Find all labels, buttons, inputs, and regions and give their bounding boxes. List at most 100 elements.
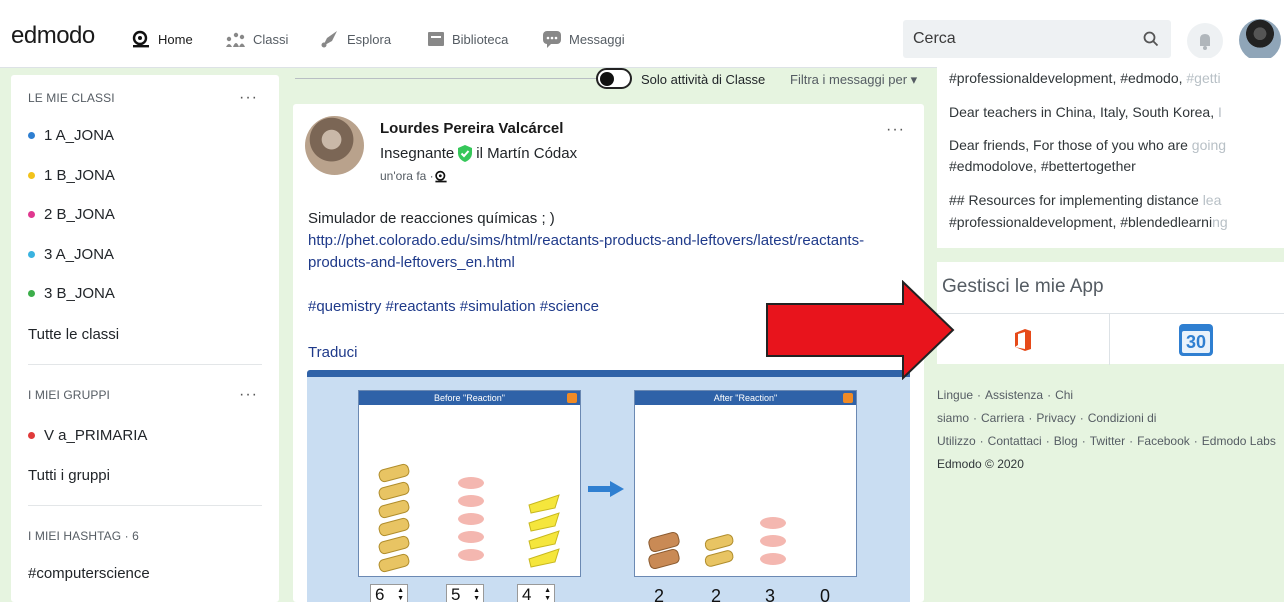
- search-input[interactable]: [903, 30, 1123, 48]
- footer-separator: ·: [979, 434, 984, 448]
- post-hashtags[interactable]: #quemistry #reactants #simulation #scien…: [308, 298, 599, 315]
- classes-more-button[interactable]: ···: [239, 89, 258, 107]
- left-sidebar: LE MIE CLASSI ··· 1 A_JONA 1 B_JONA 2 B_…: [11, 75, 279, 602]
- sidebar-item-class[interactable]: 2 B_JONA: [28, 206, 115, 223]
- trending-item-continued[interactable]: #professionaldevelopment, #blendedlearni…: [949, 212, 1279, 232]
- product-count: 2: [654, 586, 665, 602]
- reaction-arrow-icon: [588, 481, 624, 497]
- footer-link[interactable]: Edmodo Labs: [1202, 434, 1276, 448]
- trending-text-faded: lea: [1202, 192, 1222, 208]
- trending-item-continued[interactable]: #edmodolove, #bettertogether: [949, 156, 1279, 176]
- nav-explore[interactable]: Esplora: [320, 28, 391, 50]
- toggle-knob: [600, 71, 614, 86]
- sidebar-item-class[interactable]: 1 A_JONA: [28, 127, 114, 144]
- product-count: 2: [711, 586, 722, 602]
- sidebar-item-group[interactable]: V a_PRIMARIA: [28, 427, 147, 444]
- sidebar-item-class[interactable]: 3 B_JONA: [28, 285, 115, 302]
- hashtag-link[interactable]: #computerscience: [28, 565, 150, 582]
- trending-text-faded: ng: [1212, 214, 1228, 230]
- groups-more-button[interactable]: ···: [239, 386, 258, 404]
- filter-divider: [295, 78, 605, 79]
- class-activity-toggle[interactable]: [596, 68, 632, 89]
- footer-link[interactable]: Twitter: [1090, 434, 1125, 448]
- explore-icon: [321, 31, 337, 48]
- nav-home[interactable]: Home: [131, 28, 193, 50]
- before-reaction-panel: Before "Reaction": [358, 390, 581, 577]
- simulation-preview[interactable]: Before "Reaction" After "Reaction" 6 ▲ ▼…: [307, 370, 910, 602]
- footer-link[interactable]: Assistenza: [985, 388, 1043, 402]
- class-label: 2 B_JONA: [44, 206, 115, 223]
- sidebar-item-class[interactable]: 3 A_JONA: [28, 246, 114, 263]
- trending-text: #professionaldevelopment, #edmodo,: [949, 70, 1187, 86]
- trending-item[interactable]: Dear friends, For those of you who are g…: [949, 135, 1279, 155]
- bell-icon: [1200, 34, 1210, 50]
- footer-link[interactable]: Facebook: [1137, 434, 1190, 448]
- nav-classes[interactable]: Classi: [224, 28, 288, 50]
- after-panel-title-bar: After "Reaction": [635, 391, 856, 405]
- footer-separator: ·: [1079, 411, 1084, 425]
- before-panel-title: Before "Reaction": [434, 393, 505, 403]
- class-label: 3 A_JONA: [44, 246, 115, 263]
- count-value: 5: [451, 585, 461, 602]
- footer-separator: ·: [1047, 388, 1052, 402]
- post-menu-button[interactable]: ···: [886, 121, 905, 139]
- user-avatar[interactable]: [1239, 19, 1281, 61]
- reactant-count-stepper[interactable]: 6 ▲ ▼: [370, 584, 408, 602]
- trending-text: Dear teachers in China, Italy, South Kor…: [949, 104, 1218, 120]
- footer-link[interactable]: Contattaci: [988, 434, 1042, 448]
- post-author-role: Insegnante il Martín Códax: [380, 144, 577, 163]
- nav-library[interactable]: Biblioteca: [427, 28, 508, 50]
- groups-heading: I MIEI GRUPPI: [28, 388, 110, 402]
- office-app-button[interactable]: [937, 314, 1109, 365]
- school-link[interactable]: il Martín Códax: [476, 145, 577, 162]
- class-label: 3 B_JONA: [44, 285, 115, 302]
- post-text: Simulador de reacciones químicas ; ): [308, 210, 555, 227]
- classes-heading: LE MIE CLASSI: [28, 91, 115, 105]
- nav-explore-label: Esplora: [347, 31, 392, 47]
- edmodo-logo[interactable]: edmodo: [11, 22, 95, 50]
- footer-link[interactable]: Carriera: [981, 411, 1024, 425]
- class-label: 1 B_JONA: [44, 167, 115, 184]
- nav-classes-label: Classi: [253, 31, 289, 47]
- trending-item[interactable]: Dear teachers in China, Italy, South Kor…: [949, 102, 1279, 122]
- calendar-app-button[interactable]: 30: [1110, 314, 1282, 365]
- divider: [28, 364, 262, 365]
- footer-link[interactable]: Privacy: [1036, 411, 1075, 425]
- stepper-arrows-icon: ▲ ▼: [544, 587, 551, 602]
- calendar-day: 30: [1185, 331, 1207, 352]
- class-color-dot: [28, 251, 35, 258]
- author-avatar[interactable]: [305, 116, 364, 175]
- reactant-molecules: [378, 463, 560, 573]
- footer-link[interactable]: Blog: [1054, 434, 1078, 448]
- classes-icon: [226, 32, 245, 47]
- minimize-icon: [567, 393, 577, 403]
- footer-separator: ·: [1045, 434, 1050, 448]
- product-count: 3: [765, 586, 776, 602]
- class-activity-toggle-label: Solo attività di Classe: [641, 72, 766, 87]
- stepper-arrows-icon: ▲ ▼: [473, 587, 480, 602]
- search-icon[interactable]: [1143, 31, 1159, 47]
- product-count: 0: [820, 586, 831, 602]
- post-timestamp: un'ora fa ·: [380, 169, 448, 183]
- visibility-icon: [434, 170, 447, 182]
- translate-link[interactable]: Traduci: [308, 344, 357, 361]
- notifications-button[interactable]: [1187, 23, 1223, 59]
- class-color-dot: [28, 172, 35, 179]
- trending-item[interactable]: ## Resources for implementing distance l…: [949, 190, 1279, 210]
- all-classes-link[interactable]: Tutte le classi: [28, 326, 119, 343]
- class-color-dot: [28, 132, 35, 139]
- trending-text: Dear friends, For those of you who are: [949, 137, 1192, 153]
- trending-item[interactable]: #professionaldevelopment, #edmodo, #gett…: [949, 68, 1279, 88]
- all-groups-link[interactable]: Tutti i gruppi: [28, 467, 110, 484]
- reactant-count-stepper[interactable]: 4 ▲ ▼: [517, 584, 555, 602]
- nav-messages[interactable]: Messaggi: [542, 28, 625, 50]
- trending-text-faded: I: [1218, 104, 1222, 120]
- nav-library-label: Biblioteca: [452, 31, 509, 47]
- post-author[interactable]: Lourdes Pereira Valcárcel: [380, 120, 563, 137]
- post-link[interactable]: http://phet.colorado.edu/sims/html/react…: [308, 230, 908, 274]
- filter-messages-dropdown[interactable]: Filtra i messaggi per ▾: [790, 72, 917, 88]
- sidebar-item-class[interactable]: 1 B_JONA: [28, 167, 115, 184]
- reactant-count-stepper[interactable]: 5 ▲ ▼: [446, 584, 484, 602]
- class-color-dot: [28, 290, 35, 297]
- footer-link[interactable]: Lingue: [937, 388, 973, 402]
